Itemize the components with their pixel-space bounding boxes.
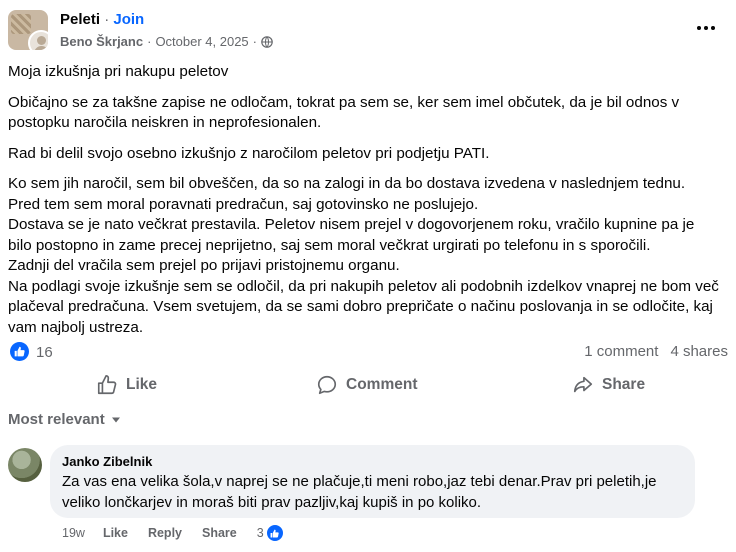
post-actions: Like Comment Share (8, 369, 728, 401)
join-button[interactable]: Join (113, 11, 144, 28)
post-line: Zadnji del vračila sem prejel po prijavi… (8, 257, 400, 274)
comment-sort-dropdown[interactable]: Most relevant (8, 411, 121, 428)
separator: · (252, 34, 258, 49)
post-title: Moja izkušnja pri nakupu peletov (8, 63, 229, 80)
separator: · (104, 11, 110, 28)
comment-time[interactable]: 19w (62, 526, 85, 540)
group-title-line: Peleti · Join (60, 11, 144, 28)
post-body: Moja izkušnja pri nakupu peletov Običajn… (8, 62, 720, 338)
comment-button[interactable]: Comment (316, 369, 417, 401)
comment-text: Za vas ena velika šola,v naprej se ne pl… (62, 473, 657, 511)
post-line: Ko sem jih naročil, sem bil obveščen, da… (8, 175, 686, 192)
post-line: Pred tem sem moral poravnati predračun, … (8, 195, 479, 213)
globe-icon (261, 35, 273, 48)
post-date[interactable]: October 4, 2025 (155, 34, 248, 49)
post-stats: 16 1 comment 4 shares (10, 341, 728, 363)
share-icon (573, 376, 593, 393)
thumbs-up-icon (97, 375, 117, 395)
commenter-avatar[interactable] (8, 448, 42, 482)
post-paragraph: Običajno se za takšne zapise ne odločam,… (8, 93, 680, 132)
author-avatar[interactable] (28, 30, 48, 50)
comment-reactions[interactable]: 3 (257, 524, 284, 542)
comment-like-button[interactable]: Like (103, 526, 128, 540)
post-header: Peleti · Join Beno Škrjanc · October 4, … (8, 8, 728, 52)
comment-count[interactable]: 1 comment (584, 343, 658, 360)
group-avatar[interactable] (8, 10, 48, 50)
comment-reply-button[interactable]: Reply (148, 526, 182, 540)
post-line: Dostava se je nato večkrat prestavila. P… (8, 216, 695, 254)
reaction-count[interactable]: 16 (36, 344, 53, 361)
author-name[interactable]: Beno Škrjanc (60, 34, 143, 49)
more-options-icon[interactable] (694, 16, 718, 40)
comment-share-button[interactable]: Share (202, 526, 237, 540)
like-reaction-icon (265, 524, 284, 542)
comment-bubble: Janko Zibelnik Za vas ena velika šola,v … (50, 445, 695, 518)
group-cover-image (11, 14, 31, 34)
post-line: Na podlagi svoje izkušnje sem se odločil… (8, 277, 719, 336)
separator: · (147, 34, 152, 49)
post-meta: Beno Škrjanc · October 4, 2025 · (60, 34, 273, 49)
caret-down-icon (111, 417, 120, 422)
like-button[interactable]: Like (96, 369, 157, 401)
comment-icon (317, 375, 337, 395)
comment-label: Comment (346, 376, 418, 393)
comment-reaction-count: 3 (256, 526, 264, 540)
share-label: Share (602, 376, 646, 393)
comment-actions: 19w Like Reply Share 3 (62, 524, 284, 542)
post-paragraph: Rad bi delil svojo osebno izkušnjo z nar… (8, 144, 490, 162)
sort-label: Most relevant (8, 411, 105, 428)
share-button[interactable]: Share (572, 369, 645, 401)
like-reaction-icon[interactable] (10, 342, 29, 361)
group-name[interactable]: Peleti (60, 11, 100, 28)
commenter-name[interactable]: Janko Zibelnik (62, 454, 683, 469)
like-label: Like (126, 376, 158, 393)
post-paragraph: Ko sem jih naročil, sem bil obveščen, da… (8, 174, 720, 338)
share-count[interactable]: 4 shares (670, 343, 728, 360)
